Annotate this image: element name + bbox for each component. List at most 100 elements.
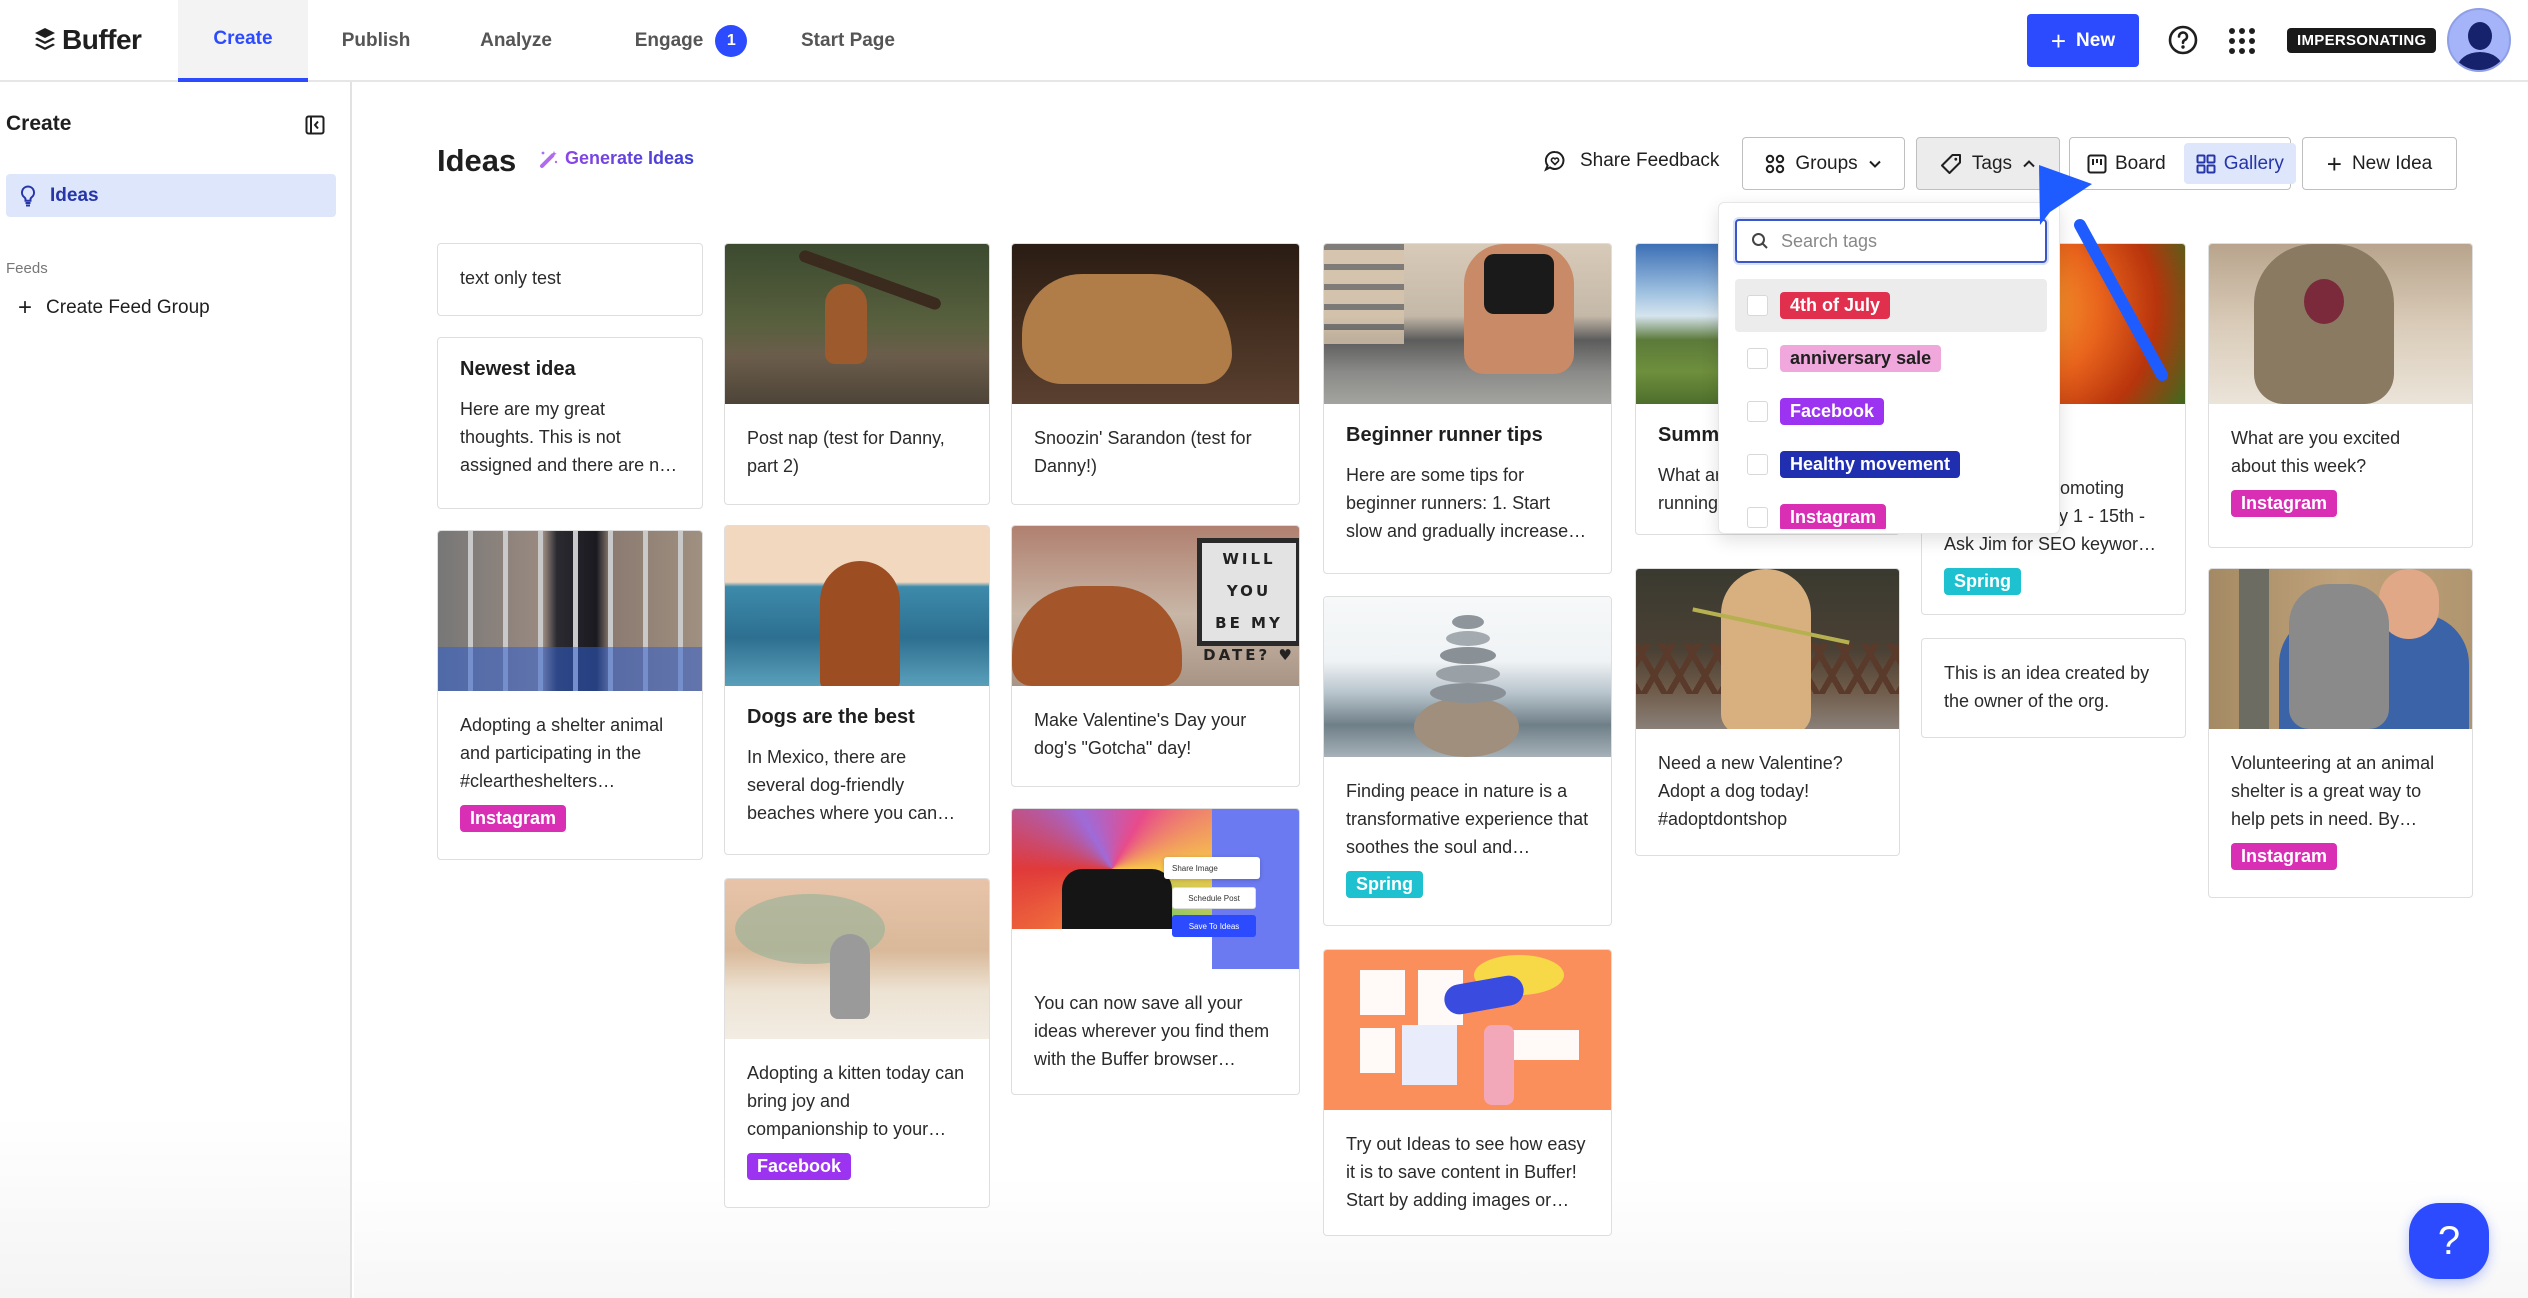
tab-publish[interactable]: Publish — [318, 0, 434, 82]
search-icon — [1752, 233, 1768, 249]
buffer-logo[interactable]: Buffer — [34, 24, 142, 56]
help-circle-icon[interactable] — [2167, 24, 2199, 56]
tab-analyze[interactable]: Analyze — [456, 0, 576, 82]
sidebar-title: Create — [6, 112, 72, 135]
search-tags-input[interactable] — [1781, 230, 2021, 252]
share-feedback-button[interactable]: Share Feedback — [1544, 150, 1719, 172]
idea-card[interactable]: Share Image Schedule Post Save To Ideas … — [1011, 808, 1300, 1095]
groups-button[interactable]: Groups — [1742, 137, 1905, 190]
apps-grid-icon[interactable] — [2227, 26, 2257, 56]
tag-chip: 4th of July — [1780, 292, 1891, 319]
plus-icon: + — [18, 294, 33, 321]
promo-save-to-ideas: Save To Ideas — [1172, 915, 1256, 937]
tags-button[interactable]: Tags — [1916, 137, 2060, 190]
tab-create[interactable]: Create — [178, 0, 308, 82]
help-chat-button[interactable]: ? — [2409, 1203, 2489, 1279]
tags-label: Tags — [1971, 152, 2013, 174]
new-post-button[interactable]: + New — [2027, 14, 2139, 67]
tag-chip: Instagram — [1780, 504, 1887, 529]
engage-count-badge: 1 — [715, 25, 748, 57]
plus-icon: + — [2050, 25, 2067, 56]
user-avatar[interactable] — [2447, 8, 2511, 72]
buffer-logo-icon — [35, 28, 55, 50]
idea-card[interactable]: What are you excited about this week? Ins… — [2208, 243, 2473, 548]
tag-option-facebook[interactable]: Facebook — [1735, 385, 2047, 438]
new-idea-label: New Idea — [2351, 152, 2433, 174]
checkbox[interactable] — [1747, 401, 1768, 422]
idea-card[interactable]: This is an idea created by the owner of … — [1921, 638, 2186, 738]
tab-label: Create — [213, 28, 273, 49]
sidebar-item-ideas[interactable]: Ideas — [6, 174, 336, 217]
tab-start-page[interactable]: Start Page — [790, 0, 906, 82]
generate-ideas-button[interactable]: Generate Ideas — [539, 148, 694, 169]
idea-card[interactable]: Finding peace in nature is a transformat… — [1323, 596, 1612, 926]
tag-option-healthy-movement[interactable]: Healthy movement — [1735, 438, 2047, 491]
tags-list[interactable]: 4th of July anniversary sale Facebook He… — [1735, 279, 2047, 529]
idea-card[interactable]: Try out Ideas to see how easy it is to s… — [1323, 949, 1612, 1236]
idea-title: Dogs are the best — [747, 706, 915, 728]
create-feed-group-label: Create Feed Group — [46, 297, 210, 318]
tag-instagram: Instagram — [460, 805, 567, 832]
idea-card[interactable]: Adopting a shelter animal and participat… — [437, 530, 703, 860]
tag-option-4th-of-july[interactable]: 4th of July — [1735, 279, 2047, 332]
impersonating-badge: IMPERSONATING — [2287, 28, 2437, 53]
tag-option-instagram[interactable]: Instagram — [1735, 491, 2047, 529]
tag-option-anniversary-sale[interactable]: anniversary sale — [1735, 332, 2047, 385]
new-idea-button[interactable]: + New Idea — [2302, 137, 2457, 190]
idea-card[interactable]: Beginner runner tips Here are some tips f… — [1323, 243, 1612, 574]
question-mark-icon: ? — [2437, 1218, 2461, 1263]
magic-wand-icon — [540, 150, 558, 168]
search-tags-field[interactable] — [1735, 219, 2047, 263]
avatar-body — [2457, 52, 2503, 70]
idea-text: Adopting a shelter animal and participat… — [460, 715, 664, 791]
idea-card[interactable]: text only test — [437, 243, 703, 316]
create-feed-group-button[interactable]: + Create Feed Group — [18, 296, 210, 320]
idea-card[interactable]: Need a new Valentine? Adopt a dog today!… — [1635, 568, 1900, 856]
groups-icon — [1766, 154, 1785, 173]
tag-chip: Facebook — [1780, 398, 1885, 425]
board-view-button[interactable]: Board — [2075, 143, 2178, 184]
idea-text: Snoozin' Sarandon (test for Danny!) — [1034, 428, 1252, 476]
idea-card[interactable]: Dogs are the best In Mexico, there are se… — [724, 525, 990, 855]
tag-spring: Spring — [1944, 568, 2021, 595]
idea-card[interactable]: Post nap (test for Danny, part 2) — [724, 243, 990, 505]
idea-image-valentine-sign: WILL YOU BE MY DATE? ♥ — [1012, 526, 1299, 686]
promo-share-image-label: Share Image — [1172, 863, 1218, 873]
generate-ideas-label: Generate Ideas — [565, 148, 695, 168]
tab-label: Analyze — [480, 30, 552, 51]
tab-label: Start Page — [801, 30, 895, 51]
board-label: Board — [2115, 152, 2166, 174]
collapse-sidebar-icon[interactable] — [305, 115, 325, 135]
plus-icon: + — [2326, 148, 2342, 179]
idea-text: Here are some tips for beginner runners:… — [1346, 465, 1587, 541]
idea-card[interactable]: Newest idea Here are my great thoughts. T… — [437, 337, 703, 509]
idea-card[interactable]: Adopting a kitten today can bring joy an… — [724, 878, 990, 1208]
gallery-view-button[interactable]: Gallery — [2183, 143, 2296, 184]
checkbox[interactable] — [1747, 295, 1768, 316]
promo-share-image: Share Image — [1164, 857, 1260, 879]
idea-text: Try out Ideas to see how easy it is to s… — [1346, 1134, 1586, 1210]
idea-card[interactable]: WILL YOU BE MY DATE? ♥ Make Valentine's Da… — [1011, 525, 1300, 787]
idea-card[interactable]: Volunteering at an animal shelter is a g… — [2208, 568, 2473, 898]
share-feedback-label: Share Feedback — [1580, 150, 1720, 171]
chevron-up-icon — [2023, 159, 2035, 167]
checkbox[interactable] — [1747, 348, 1768, 369]
idea-image-runner — [1324, 244, 1611, 404]
idea-card[interactable]: Snoozin' Sarandon (test for Danny!) — [1011, 243, 1300, 505]
letterboard-sign: WILL YOU BE MY DATE? ♥ — [1197, 538, 1299, 664]
tab-label: Publish — [341, 30, 411, 51]
promo-save-to-ideas-label: Save To Ideas — [1188, 921, 1240, 931]
tag-spring: Spring — [1346, 871, 1423, 898]
avatar-head — [2468, 22, 2492, 50]
checkbox[interactable] — [1747, 507, 1768, 528]
idea-image-kitten-bed — [725, 879, 989, 1039]
tags-dropdown: 4th of July anniversary sale Facebook He… — [1718, 202, 2060, 534]
checkbox[interactable] — [1747, 454, 1768, 475]
idea-text: Make Valentine's Day your dog's "Gotcha"… — [1034, 710, 1247, 758]
brand-name: Buffer — [62, 24, 142, 55]
tab-engage[interactable]: Engage 1 — [606, 0, 776, 82]
tag-icon — [1940, 153, 1961, 174]
gallery-label: Gallery — [2223, 152, 2284, 174]
idea-image-man-hugging-dog — [2209, 569, 2472, 729]
promo-schedule-post: Schedule Post — [1172, 887, 1256, 909]
